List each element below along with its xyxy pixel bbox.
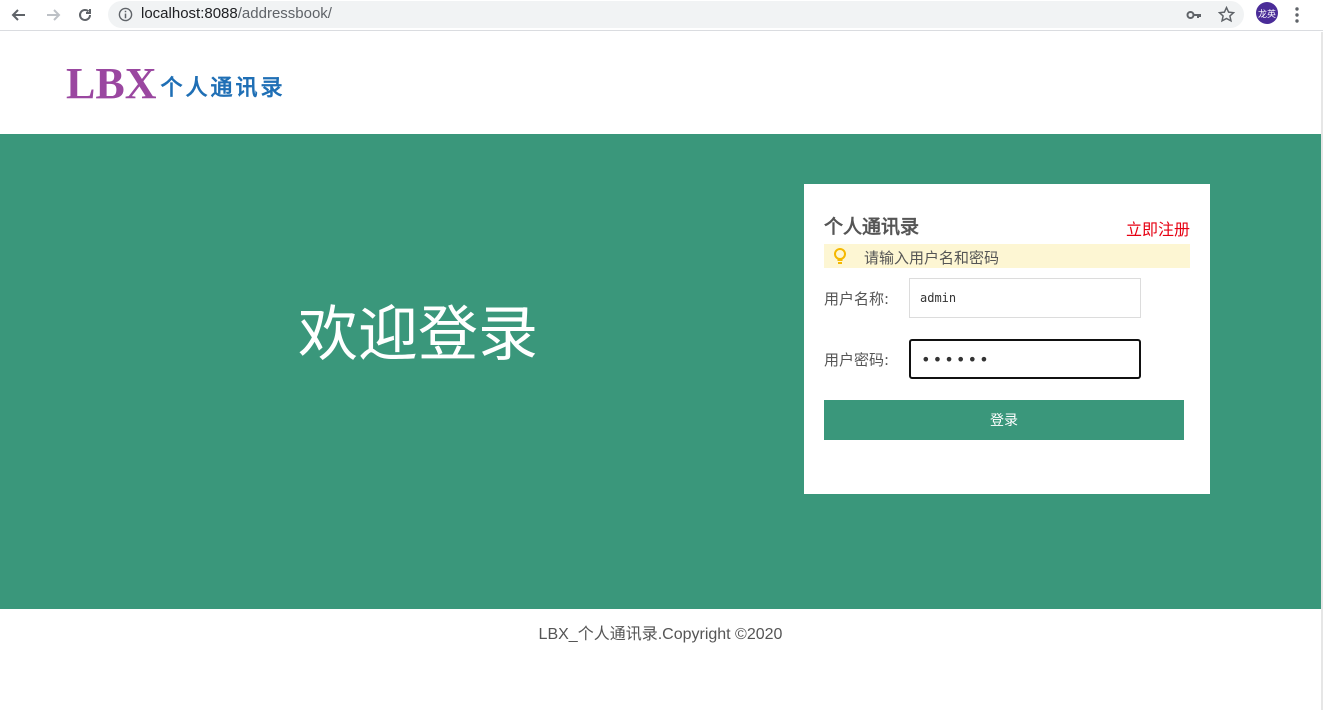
footer-copyright: LBX_个人通讯录.Copyright ©2020: [538, 626, 783, 643]
arrow-left-icon: [11, 9, 25, 21]
welcome-heading: 欢迎登录: [298, 300, 538, 370]
star-icon[interactable]: [1218, 6, 1235, 23]
reload-button[interactable]: [74, 4, 96, 26]
forward-button[interactable]: [42, 4, 64, 26]
login-button[interactable]: 登录: [824, 400, 1184, 440]
password-label: 用户密码:: [824, 351, 890, 369]
footer: LBX_个人通讯录.Copyright ©2020: [0, 620, 1321, 644]
arrow-right-icon: [47, 9, 61, 21]
username-input[interactable]: [909, 278, 1141, 318]
info-icon: [118, 7, 133, 22]
url-path: /addressbook/: [237, 5, 332, 22]
tip-bar: 请输入用户名和密码: [824, 244, 1190, 268]
key-icon[interactable]: [1186, 7, 1202, 23]
back-button[interactable]: [8, 4, 30, 26]
url-host: localhost:8088: [141, 5, 238, 22]
menu-dots-icon[interactable]: [1294, 6, 1300, 24]
url-text: localhost:8088/addressbook/: [141, 5, 332, 22]
username-label: 用户名称:: [824, 290, 890, 308]
profile-avatar[interactable]: 龙英: [1256, 2, 1278, 24]
logo-sub-text: 个人通讯录: [160, 76, 286, 101]
site-logo[interactable]: LBX 个人通讯录: [66, 62, 286, 106]
login-title: 个人通讯录: [824, 216, 920, 238]
hero-banner: 欢迎登录 个人通讯录 立即注册 请输入用户名和密码 用户名称: 用户密码: 登录: [0, 134, 1321, 609]
logo-main-text: LBX: [66, 59, 157, 108]
site-header: LBX 个人通讯录: [0, 32, 1321, 134]
browser-toolbar: localhost:8088/addressbook/ 龙英: [0, 0, 1323, 31]
lightbulb-icon: [834, 248, 846, 264]
password-input[interactable]: [909, 339, 1141, 379]
tip-text: 请输入用户名和密码: [864, 249, 1000, 267]
address-bar[interactable]: localhost:8088/addressbook/: [108, 1, 1244, 28]
reload-icon: [79, 8, 91, 21]
register-link[interactable]: 立即注册: [1126, 216, 1190, 240]
login-card: 个人通讯录 立即注册 请输入用户名和密码 用户名称: 用户密码: 登录: [804, 184, 1210, 494]
